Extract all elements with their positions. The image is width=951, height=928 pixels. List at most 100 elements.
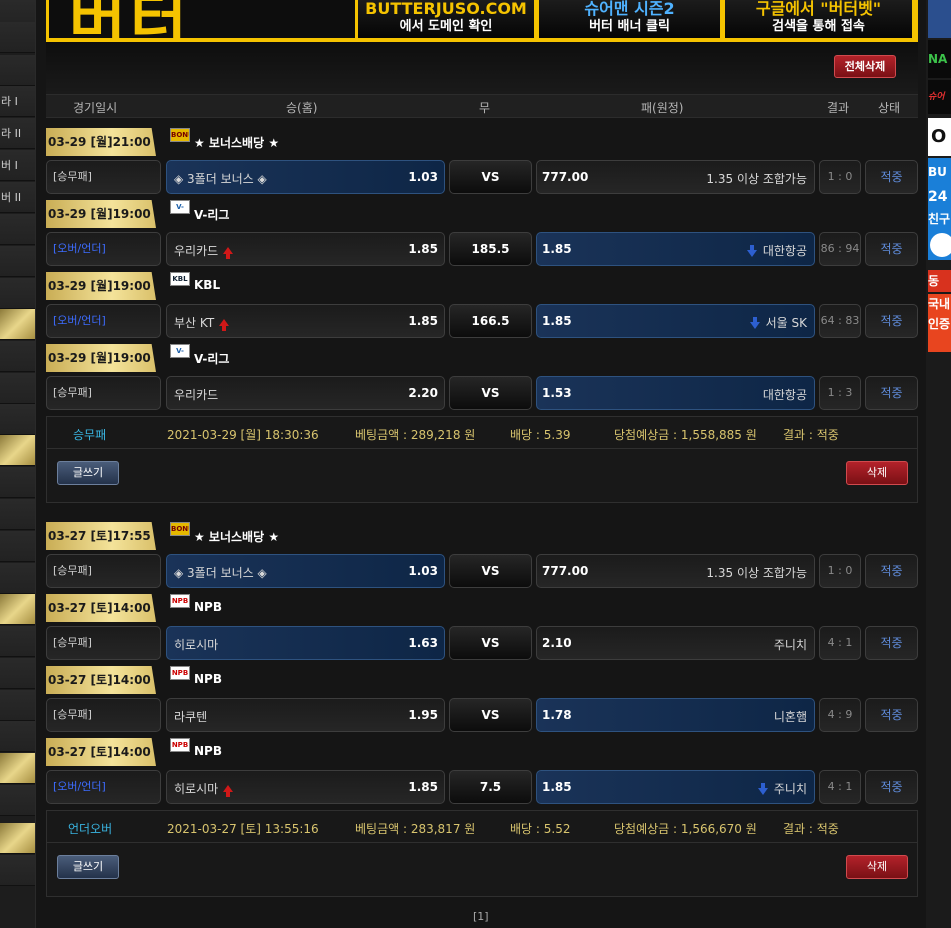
col-away: 패(원정)	[641, 101, 684, 115]
home-cell[interactable]: 우리카드 2.20	[166, 376, 445, 410]
away-cell[interactable]: 1.53 대한항공	[536, 376, 815, 410]
left-menu-item[interactable]	[0, 467, 35, 498]
right-banner[interactable]: 동	[928, 270, 951, 292]
summary-amount: 베팅금액 : 283,817 원	[355, 822, 476, 836]
left-menu-item[interactable]	[0, 721, 35, 752]
home-team: ◈ 3폴더 보너스 ◈	[174, 566, 267, 580]
league-row: 03-29 [월]21:00 BONUS ★ 보너스배당 ★	[46, 126, 918, 156]
handicap-cell[interactable]: 166.5	[449, 304, 532, 338]
status-badge: 적중	[865, 770, 918, 804]
left-menu-item[interactable]	[0, 373, 35, 404]
right-banner[interactable]: 24	[928, 186, 951, 208]
left-menu-item[interactable]	[0, 690, 35, 721]
home-cell[interactable]: 부산 KT 1.85	[166, 304, 445, 338]
right-banner[interactable]	[928, 0, 951, 38]
away-cell[interactable]: 2.10 주니치	[536, 626, 815, 660]
left-menu-item[interactable]: 라 I	[0, 86, 35, 117]
kbl-icon: KBL	[170, 272, 190, 286]
top-banner[interactable]: 버터 BUTTERJUSO.COM 에서 도메인 확인 슈어맨 시즌2 버터 배…	[46, 0, 918, 42]
site-logo[interactable]: 버터	[49, 0, 355, 38]
home-cell[interactable]: 히로시마 1.63	[166, 626, 445, 660]
left-menu-item[interactable]	[0, 214, 35, 245]
away-team: 주니치	[773, 638, 807, 652]
write-button[interactable]: 글쓰기	[57, 855, 119, 879]
left-menu-item[interactable]: 버 I	[0, 150, 35, 181]
league-row: 03-27 [토]14:00 NPB NPB	[46, 592, 918, 622]
left-menu-item[interactable]	[0, 55, 35, 86]
right-banner[interactable]: 친구	[928, 208, 951, 230]
home-cell[interactable]: 히로시마 1.85	[166, 770, 445, 804]
banner-line2: 에서 도메인 확인	[399, 19, 493, 34]
pagination[interactable]: [1]	[473, 910, 489, 923]
home-team: 우리카드	[174, 244, 219, 258]
left-menu-item[interactable]	[0, 278, 35, 309]
bet-type: [오버/언더]	[46, 232, 161, 266]
col-status: 상태	[878, 101, 901, 115]
draw-cell[interactable]: VS	[449, 554, 532, 588]
away-cell[interactable]: 777.00 1.35 이상 조합가능	[536, 554, 815, 588]
away-odds: 1.85	[542, 314, 572, 328]
banner-item-season[interactable]: 슈어맨 시즌2 버터 배너 클릭	[536, 0, 720, 38]
left-menu-item[interactable]	[0, 594, 35, 625]
telegram-icon[interactable]	[928, 230, 951, 260]
right-banner[interactable]: 국내	[928, 294, 951, 314]
left-menu-item[interactable]	[0, 404, 35, 435]
left-menu-item[interactable]	[0, 341, 35, 372]
away-odds: 1.85	[542, 242, 572, 256]
summary-expected: 당첨예상금 : 1,558,885 원	[614, 428, 757, 442]
away-cell[interactable]: 1.85 대한항공	[536, 232, 815, 266]
delete-button[interactable]: 삭제	[846, 855, 908, 879]
summary-type: 언더오버	[68, 822, 113, 836]
away-cell[interactable]: 1.85 주니치	[536, 770, 815, 804]
right-banner[interactable]: 슈어	[928, 80, 951, 114]
right-banner[interactable]: 인증	[928, 314, 951, 352]
left-menu-item[interactable]	[0, 22, 35, 53]
league-name: V-리그	[194, 352, 230, 366]
home-cell[interactable]: ◈ 3폴더 보너스 ◈ 1.03	[166, 554, 445, 588]
left-menu-item[interactable]: 라 II	[0, 118, 35, 149]
home-cell[interactable]: 우리카드 1.85	[166, 232, 445, 266]
handicap-cell[interactable]: 185.5	[449, 232, 532, 266]
delete-all-button[interactable]: 전체삭제	[834, 55, 896, 78]
banner-item-google[interactable]: 구글에서 "버터벳" 검색을 통해 접속	[722, 0, 912, 38]
handicap-cell[interactable]: 7.5	[449, 770, 532, 804]
bet-type: [승무패]	[46, 626, 161, 660]
left-menu-item[interactable]	[0, 855, 35, 886]
away-cell[interactable]: 777.00 1.35 이상 조합가능	[536, 160, 815, 194]
left-menu-item[interactable]	[0, 309, 35, 340]
draw-cell[interactable]: VS	[449, 160, 532, 194]
left-menu-item[interactable]	[0, 246, 35, 277]
bet-summary: 언더오버 2021-03-27 [토] 13:55:16 베팅금액 : 283,…	[46, 810, 918, 897]
away-team: 1.35 이상 조합가능	[706, 566, 807, 580]
right-banner[interactable]: BU	[928, 158, 951, 186]
home-cell[interactable]: ◈ 3폴더 보너스 ◈ 1.03	[166, 160, 445, 194]
draw-cell[interactable]: VS	[449, 626, 532, 660]
write-button[interactable]: 글쓰기	[57, 461, 119, 485]
bet-type: [승무패]	[46, 160, 161, 194]
right-banner[interactable]: O	[928, 118, 951, 156]
left-menu-item[interactable]	[0, 785, 35, 816]
left-menu-item[interactable]	[0, 499, 35, 530]
left-menu-item[interactable]	[0, 531, 35, 562]
bonus-icon: BONUS	[170, 128, 190, 142]
banner-item-domain[interactable]: BUTTERJUSO.COM 에서 도메인 확인	[355, 0, 534, 38]
left-menu-item[interactable]: 버 II	[0, 182, 35, 213]
bet-summary: 승무패 2021-03-29 [월] 18:30:36 베팅금액 : 289,2…	[46, 416, 918, 503]
left-menu-item[interactable]	[0, 626, 35, 657]
delete-button[interactable]: 삭제	[846, 461, 908, 485]
home-cell[interactable]: 라쿠텐 1.95	[166, 698, 445, 732]
bet-type: [승무패]	[46, 554, 161, 588]
status-badge: 적중	[865, 304, 918, 338]
right-banner[interactable]: NA	[928, 40, 951, 78]
away-cell[interactable]: 1.78 니혼햄	[536, 698, 815, 732]
left-menu-item[interactable]	[0, 823, 35, 854]
away-cell[interactable]: 1.85 서울 SK	[536, 304, 815, 338]
draw-cell[interactable]: VS	[449, 698, 532, 732]
game-row: [오버/언더] 히로시마 1.85 7.5 1.85 주니치 4 : 1 적중	[46, 770, 918, 804]
left-menu-item[interactable]	[0, 753, 35, 784]
left-menu-item[interactable]	[0, 435, 35, 466]
left-menu-item[interactable]	[0, 658, 35, 689]
game-datetime: 03-29 [월]19:00	[46, 200, 156, 228]
draw-cell[interactable]: VS	[449, 376, 532, 410]
left-menu-item[interactable]	[0, 563, 35, 594]
